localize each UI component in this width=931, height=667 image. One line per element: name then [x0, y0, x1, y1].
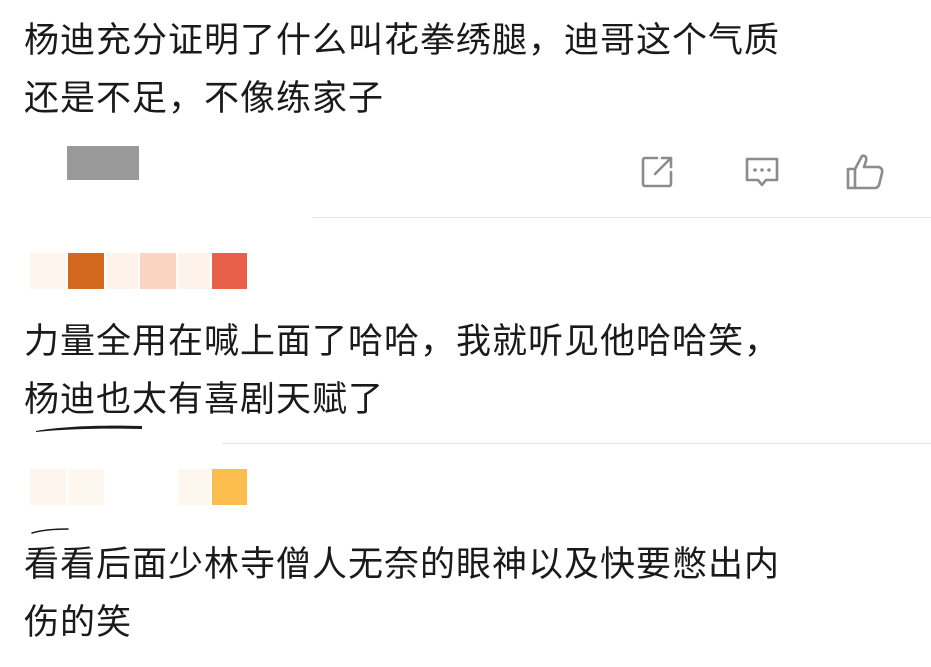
comment-divider-2 [222, 443, 931, 444]
censored-username-3a [178, 469, 210, 505]
comment-2-line-2: 杨迪也太有喜剧天赋了 [24, 380, 385, 420]
comment-3-line-2: 伤的笑 [24, 603, 133, 643]
censored-avatar-2a [30, 253, 66, 289]
comment-3-text: 看看后面少林寺僧人无奈的眼神以及快要憋出内 伤的笑 [24, 536, 780, 652]
censored-username-2b [140, 253, 176, 289]
reply-button[interactable] [740, 150, 784, 194]
share-button[interactable] [635, 150, 679, 194]
comment-1-line-1: 杨迪充分证明了什么叫花拳绣腿，迪哥这个气质 [24, 21, 781, 61]
censored-username-2c [178, 253, 210, 289]
censored-username-2a [106, 253, 138, 289]
censored-username-2d [212, 253, 247, 289]
thumbs-up-icon [846, 154, 884, 190]
censored-avatar-3b [68, 469, 104, 505]
comment-3-line-1: 看看后面少林寺僧人无奈的眼神以及快要憋出内 [24, 545, 781, 585]
censored-username-1 [67, 146, 139, 180]
comment-2-text: 力量全用在喊上面了哈哈，我就听见他哈哈笑， 杨迪也太有喜剧天赋了 [24, 313, 780, 429]
censored-username-3b [212, 469, 247, 505]
comment-2-line-1: 力量全用在喊上面了哈哈，我就听见他哈哈笑， [24, 322, 781, 362]
share-icon [641, 156, 673, 188]
decorative-brush-stroke-small [31, 528, 69, 534]
comment-1-line-2: 还是不足，不像练家子 [24, 79, 385, 119]
comment-icon [745, 157, 779, 187]
like-button[interactable] [843, 150, 887, 194]
decorative-brush-stroke [36, 425, 142, 432]
comment-1-text: 杨迪充分证明了什么叫花拳绣腿，迪哥这个气质 还是不足，不像练家子 [24, 12, 780, 128]
censored-avatar-2b [68, 253, 104, 289]
comment-divider-1 [313, 217, 931, 218]
censored-avatar-3a [30, 469, 66, 505]
